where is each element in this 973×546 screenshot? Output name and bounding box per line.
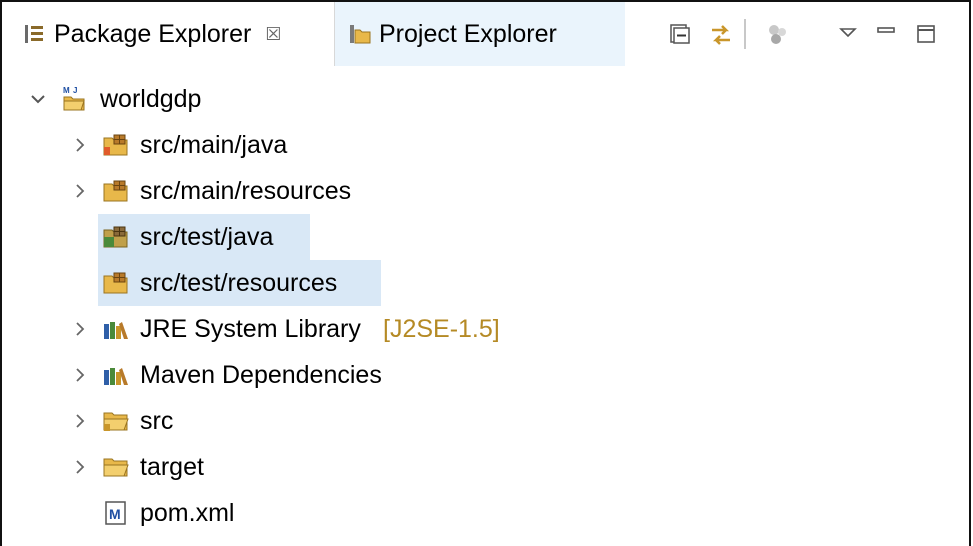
tree-item-folder[interactable]: target [2, 444, 969, 490]
tree-item-label: Maven Dependencies [140, 360, 382, 389]
folder-icon [102, 409, 129, 433]
tree-item-source-folder[interactable]: src/main/resources [2, 168, 969, 214]
tab-package-explorer[interactable]: Package Explorer ☒ [2, 2, 335, 66]
view-menu-icon[interactable] [836, 22, 860, 46]
collapse-all-icon[interactable] [668, 22, 692, 46]
chevron-right-icon[interactable] [70, 398, 90, 444]
view-toolbar [662, 2, 962, 66]
package-folder-icon [102, 225, 128, 249]
svg-text:J: J [73, 86, 77, 95]
minimize-icon[interactable] [874, 22, 898, 46]
tree-item-library[interactable]: Maven Dependencies [2, 352, 969, 398]
chevron-right-icon[interactable] [70, 168, 90, 214]
chevron-right-icon[interactable] [70, 122, 90, 168]
tree-item-source-folder[interactable]: src/main/java [2, 122, 969, 168]
chevron-down-icon[interactable] [28, 76, 48, 122]
tree-item-label: src/test/java [140, 222, 274, 251]
chevron-right-icon[interactable] [70, 306, 90, 352]
tree-item-label: src/main/java [140, 130, 288, 159]
package-folder-icon [102, 133, 128, 157]
svg-text:M: M [109, 506, 121, 522]
view-tab-bar: Package Explorer ☒ Project Explorer [2, 2, 969, 66]
package-folder-icon [102, 271, 128, 295]
chevron-right-icon[interactable] [70, 352, 90, 398]
maven-badge-icon: M [63, 86, 70, 95]
tree-item-library[interactable]: JRE System Library [J2SE-1.5] [2, 306, 969, 352]
tree-item-label: src/test/resources [140, 268, 338, 297]
jre-version-decoration: [J2SE-1.5] [383, 314, 500, 343]
tree-item-label: JRE System Library [140, 314, 361, 343]
tree-item-label: src [140, 406, 174, 435]
library-icon [102, 318, 128, 342]
focus-on-active-task-icon[interactable] [766, 22, 790, 46]
tree-item-label: src/main/resources [140, 176, 352, 205]
folder-icon [102, 455, 129, 479]
maven-project-icon: M J [60, 85, 86, 111]
tab-label: Package Explorer [54, 19, 252, 48]
tree-item-label: pom.xml [140, 498, 235, 527]
tab-label: Project Explorer [379, 19, 557, 48]
tab-project-explorer[interactable]: Project Explorer [335, 2, 625, 66]
tree-item-source-folder[interactable]: src/test/resources [2, 260, 969, 306]
chevron-right-icon[interactable] [70, 444, 90, 490]
package-explorer-icon [24, 23, 44, 45]
tree-item-source-folder[interactable]: src/test/java [2, 214, 969, 260]
tree-item-project[interactable]: M J worldgdp [2, 76, 969, 122]
project-tree[interactable]: M J worldgdp src/main/java src/main/reso… [2, 66, 969, 546]
close-tab-icon[interactable]: ☒ [265, 24, 281, 45]
link-with-editor-icon[interactable] [708, 22, 732, 46]
tree-item-label: worldgdp [100, 84, 202, 113]
tree-item-folder[interactable]: src [2, 398, 969, 444]
library-icon [102, 364, 128, 388]
project-explorer-icon [349, 23, 371, 45]
toolbar-separator [744, 19, 746, 49]
tree-item-label: target [140, 452, 204, 481]
maximize-icon[interactable] [914, 22, 938, 46]
package-folder-icon [102, 179, 128, 203]
maven-pom-file-icon: M [104, 501, 130, 525]
tree-item-file[interactable]: M pom.xml [2, 490, 969, 536]
